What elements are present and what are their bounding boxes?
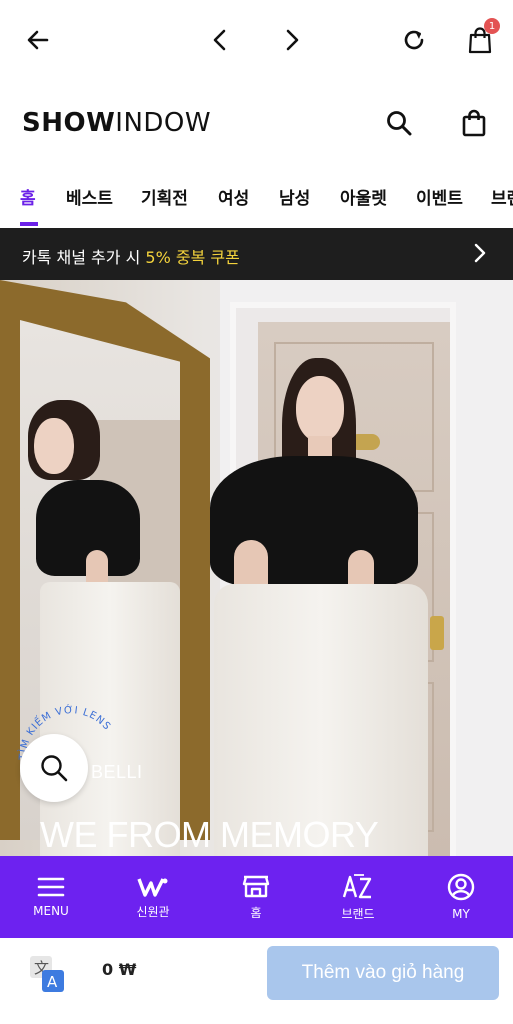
chevron-left-icon[interactable] [202,22,238,58]
tab-exhibition[interactable]: 기획전 [141,184,188,209]
tab-men[interactable]: 남성 [279,184,310,209]
lens-search-button[interactable] [20,734,88,802]
nav-shinwon-label: 신원관 [136,904,170,919]
store-icon [242,875,270,897]
search-icon[interactable] [382,106,416,140]
nav-brand-label: 브랜드 [341,906,375,921]
promo-highlight: 5% 중복 쿠폰 [145,248,240,267]
cart-total-price: 0 ₩ [102,960,137,979]
hero-subtitle: I BELLI [80,762,143,782]
nav-home-label: 홈 [250,905,262,920]
cart-bar: 文 A 0 ₩ Thêm vào giỏ hàng [0,938,513,1024]
reload-icon[interactable] [396,22,432,58]
logo-light-text: INDOW [115,108,212,138]
site-header: SHOWINDOW [0,82,513,164]
back-arrow-icon[interactable] [20,22,56,58]
hero-title: WE FROM MEMORY [40,814,379,855]
tab-brand[interactable]: 브랜 [491,184,513,209]
tab-outlet[interactable]: 아울렛 [340,184,387,209]
chevron-right-icon [473,242,487,269]
nav-my[interactable]: MY [410,856,512,938]
nav-my-label: MY [452,907,470,921]
browser-toolbar: 1 [0,0,513,82]
site-logo[interactable]: SHOWINDOW [22,108,211,138]
user-circle-icon [447,873,475,901]
cart-bag-icon[interactable]: 1 [462,18,500,58]
promo-text: 카톡 채널 추가 시 5% 중복 쿠폰 [22,244,240,268]
hamburger-icon [37,877,65,897]
bottom-nav: MENU 신원관 홈 브랜드 MY [0,856,513,938]
logo-bold-text: SHOW [22,108,116,138]
nav-menu[interactable]: MENU [0,856,102,938]
nav-brand[interactable]: 브랜드 [307,856,409,938]
translate-icon[interactable]: 文 A [28,954,66,994]
nav-menu-label: MENU [33,904,69,918]
shopping-bag-icon[interactable] [457,106,491,140]
tab-event[interactable]: 이벤트 [416,184,463,209]
chevron-right-icon[interactable] [274,22,310,58]
tab-home[interactable]: 홈 [20,184,36,209]
shinwon-logo-icon [137,877,168,897]
tab-women[interactable]: 여성 [218,184,249,209]
svg-text:A: A [47,973,58,991]
az-icon [342,873,372,898]
search-icon [41,755,68,782]
add-to-cart-button[interactable]: Thêm vào giỏ hàng [267,946,499,1000]
active-tab-indicator [20,222,38,226]
promo-text-main: 카톡 채널 추가 시 [22,248,146,267]
promo-banner[interactable]: 카톡 채널 추가 시 5% 중복 쿠폰 [0,228,513,280]
nav-shinwon[interactable]: 신원관 [102,856,204,938]
tab-best[interactable]: 베스트 [66,184,113,209]
category-tabs: 홈 베스트 기획전 여성 남성 아울렛 이벤트 브랜 [0,164,513,228]
cart-count-badge: 1 [484,18,500,34]
nav-home[interactable]: 홈 [205,856,307,938]
